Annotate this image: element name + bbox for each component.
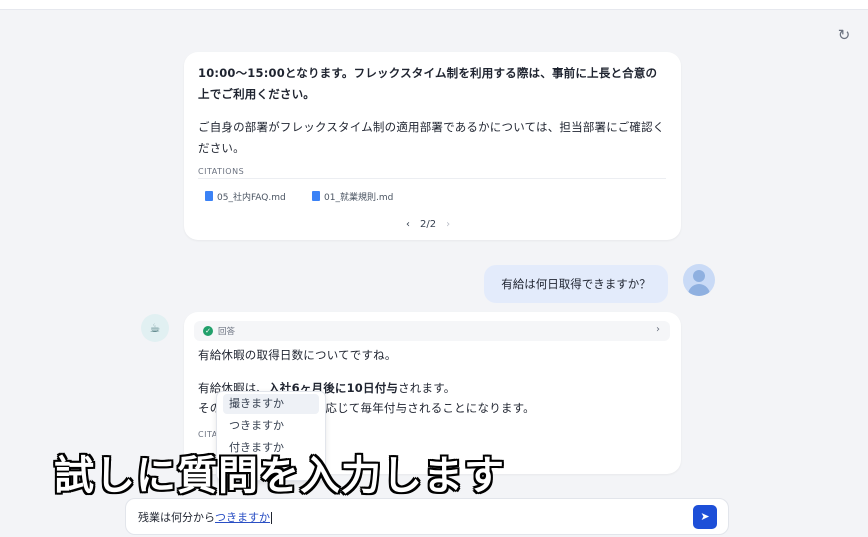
chat-input[interactable]: 残業は何分からつきますか ➤ <box>125 498 729 535</box>
video-caption: 試しに質問を入力します <box>54 453 505 499</box>
bot-avatar-icon: ☕ <box>141 314 169 342</box>
status-label: 回答 <box>218 327 236 337</box>
document-icon <box>205 191 213 201</box>
top-bar <box>0 0 868 10</box>
typed-text: 残業は何分から <box>138 511 215 524</box>
avatar-body <box>688 284 710 296</box>
citation-filename: 01_就業規則.md <box>324 192 394 203</box>
assistant-message-card: 10:00〜15:00となります。フレックスタイム制を利用する際は、事前に上長と… <box>184 52 681 240</box>
ime-candidate[interactable]: 撮きますか <box>223 394 319 414</box>
document-icon <box>312 191 320 201</box>
answer-pager: ‹ 2/2 › <box>406 219 450 230</box>
answer-paragraph: ご自身の部署がフレックスタイム制の適用部署であるかについては、担当部署にご確認く… <box>198 120 665 155</box>
citation-filename: 05_社内FAQ.md <box>217 192 286 203</box>
answer-line: 有給休暇の取得日数についてですね。 <box>198 348 397 362</box>
send-icon[interactable]: ➤ <box>693 505 717 529</box>
answer-status-row[interactable]: ✓ 回答 › <box>194 321 670 341</box>
citation-chip[interactable]: 01_就業規則.md <box>312 188 393 204</box>
avatar-head <box>693 270 705 282</box>
answer-paragraph: 10:00〜15:00となります。フレックスタイム制を利用する際は、事前に上長と… <box>198 66 658 101</box>
answer-text: 応じて毎年付与されることになります。 <box>325 401 535 415</box>
chevron-right-icon: › <box>656 324 660 335</box>
check-icon: ✓ <box>203 326 213 336</box>
citations-label: CITA <box>198 430 218 439</box>
ime-candidate[interactable]: つきますか <box>223 416 319 436</box>
pager-prev-icon[interactable]: ‹ <box>406 219 410 230</box>
citations-label: CITATIONS <box>198 167 245 176</box>
text-caret <box>271 512 272 524</box>
divider <box>198 178 666 179</box>
refresh-icon[interactable]: ↻ <box>836 27 852 43</box>
input-text[interactable]: 残業は何分からつきますか <box>138 509 272 525</box>
user-message-bubble: 有給は何日取得できますか？ <box>484 265 668 303</box>
composing-text: つきますか <box>215 511 270 524</box>
pager-count: 2/2 <box>420 219 437 230</box>
citation-chip[interactable]: 05_社内FAQ.md <box>205 188 286 204</box>
answer-text: されます。 <box>398 381 456 395</box>
user-avatar <box>683 264 715 296</box>
pager-next-icon[interactable]: › <box>446 219 450 230</box>
